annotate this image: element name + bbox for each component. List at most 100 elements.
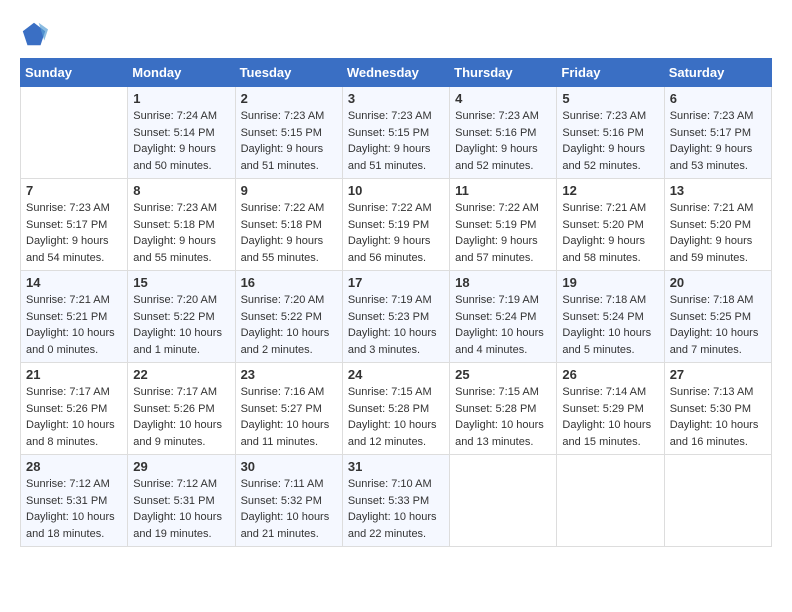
day-number: 14 [26, 275, 122, 290]
day-number: 5 [562, 91, 658, 106]
day-cell [21, 87, 128, 179]
header-thursday: Thursday [450, 59, 557, 87]
day-number: 17 [348, 275, 444, 290]
day-info: Sunrise: 7:17 AMSunset: 5:26 PMDaylight:… [26, 386, 115, 448]
week-row-2: 7 Sunrise: 7:23 AMSunset: 5:17 PMDayligh… [21, 179, 772, 271]
day-number: 31 [348, 459, 444, 474]
day-number: 7 [26, 183, 122, 198]
day-number: 21 [26, 367, 122, 382]
day-cell: 16 Sunrise: 7:20 AMSunset: 5:22 PMDaylig… [235, 271, 342, 363]
day-info: Sunrise: 7:20 AMSunset: 5:22 PMDaylight:… [133, 294, 222, 356]
day-cell: 24 Sunrise: 7:15 AMSunset: 5:28 PMDaylig… [342, 363, 449, 455]
day-cell: 18 Sunrise: 7:19 AMSunset: 5:24 PMDaylig… [450, 271, 557, 363]
day-cell: 26 Sunrise: 7:14 AMSunset: 5:29 PMDaylig… [557, 363, 664, 455]
day-cell: 1 Sunrise: 7:24 AMSunset: 5:14 PMDayligh… [128, 87, 235, 179]
day-number: 12 [562, 183, 658, 198]
day-info: Sunrise: 7:22 AMSunset: 5:19 PMDaylight:… [455, 202, 539, 264]
day-number: 19 [562, 275, 658, 290]
day-number: 10 [348, 183, 444, 198]
calendar-table: SundayMondayTuesdayWednesdayThursdayFrid… [20, 58, 772, 547]
day-cell: 6 Sunrise: 7:23 AMSunset: 5:17 PMDayligh… [664, 87, 771, 179]
day-info: Sunrise: 7:11 AMSunset: 5:32 PMDaylight:… [241, 478, 330, 540]
day-info: Sunrise: 7:19 AMSunset: 5:23 PMDaylight:… [348, 294, 437, 356]
day-number: 13 [670, 183, 766, 198]
day-cell: 15 Sunrise: 7:20 AMSunset: 5:22 PMDaylig… [128, 271, 235, 363]
day-number: 24 [348, 367, 444, 382]
day-info: Sunrise: 7:23 AMSunset: 5:17 PMDaylight:… [670, 110, 754, 172]
day-cell: 22 Sunrise: 7:17 AMSunset: 5:26 PMDaylig… [128, 363, 235, 455]
day-info: Sunrise: 7:23 AMSunset: 5:15 PMDaylight:… [241, 110, 325, 172]
day-cell: 30 Sunrise: 7:11 AMSunset: 5:32 PMDaylig… [235, 455, 342, 547]
day-cell [557, 455, 664, 547]
day-number: 6 [670, 91, 766, 106]
day-cell: 12 Sunrise: 7:21 AMSunset: 5:20 PMDaylig… [557, 179, 664, 271]
header-friday: Friday [557, 59, 664, 87]
header-monday: Monday [128, 59, 235, 87]
day-info: Sunrise: 7:22 AMSunset: 5:18 PMDaylight:… [241, 202, 325, 264]
header-sunday: Sunday [21, 59, 128, 87]
day-info: Sunrise: 7:12 AMSunset: 5:31 PMDaylight:… [26, 478, 115, 540]
day-cell: 2 Sunrise: 7:23 AMSunset: 5:15 PMDayligh… [235, 87, 342, 179]
day-number: 26 [562, 367, 658, 382]
day-number: 8 [133, 183, 229, 198]
day-info: Sunrise: 7:16 AMSunset: 5:27 PMDaylight:… [241, 386, 330, 448]
day-cell: 20 Sunrise: 7:18 AMSunset: 5:25 PMDaylig… [664, 271, 771, 363]
day-info: Sunrise: 7:23 AMSunset: 5:15 PMDaylight:… [348, 110, 432, 172]
day-info: Sunrise: 7:21 AMSunset: 5:20 PMDaylight:… [670, 202, 754, 264]
day-number: 23 [241, 367, 337, 382]
header-saturday: Saturday [664, 59, 771, 87]
day-info: Sunrise: 7:10 AMSunset: 5:33 PMDaylight:… [348, 478, 437, 540]
day-cell: 19 Sunrise: 7:18 AMSunset: 5:24 PMDaylig… [557, 271, 664, 363]
day-cell: 27 Sunrise: 7:13 AMSunset: 5:30 PMDaylig… [664, 363, 771, 455]
day-cell [664, 455, 771, 547]
day-number: 28 [26, 459, 122, 474]
day-number: 27 [670, 367, 766, 382]
logo [20, 20, 52, 48]
week-row-4: 21 Sunrise: 7:17 AMSunset: 5:26 PMDaylig… [21, 363, 772, 455]
week-row-5: 28 Sunrise: 7:12 AMSunset: 5:31 PMDaylig… [21, 455, 772, 547]
day-info: Sunrise: 7:19 AMSunset: 5:24 PMDaylight:… [455, 294, 544, 356]
day-cell: 21 Sunrise: 7:17 AMSunset: 5:26 PMDaylig… [21, 363, 128, 455]
day-cell [450, 455, 557, 547]
day-number: 18 [455, 275, 551, 290]
day-cell: 25 Sunrise: 7:15 AMSunset: 5:28 PMDaylig… [450, 363, 557, 455]
day-number: 25 [455, 367, 551, 382]
logo-icon [20, 20, 48, 48]
day-info: Sunrise: 7:23 AMSunset: 5:18 PMDaylight:… [133, 202, 217, 264]
day-info: Sunrise: 7:13 AMSunset: 5:30 PMDaylight:… [670, 386, 759, 448]
day-cell: 9 Sunrise: 7:22 AMSunset: 5:18 PMDayligh… [235, 179, 342, 271]
header-tuesday: Tuesday [235, 59, 342, 87]
day-number: 22 [133, 367, 229, 382]
day-cell: 31 Sunrise: 7:10 AMSunset: 5:33 PMDaylig… [342, 455, 449, 547]
day-info: Sunrise: 7:21 AMSunset: 5:21 PMDaylight:… [26, 294, 115, 356]
day-cell: 13 Sunrise: 7:21 AMSunset: 5:20 PMDaylig… [664, 179, 771, 271]
day-info: Sunrise: 7:23 AMSunset: 5:16 PMDaylight:… [455, 110, 539, 172]
day-number: 1 [133, 91, 229, 106]
day-number: 16 [241, 275, 337, 290]
day-cell: 3 Sunrise: 7:23 AMSunset: 5:15 PMDayligh… [342, 87, 449, 179]
day-cell: 11 Sunrise: 7:22 AMSunset: 5:19 PMDaylig… [450, 179, 557, 271]
day-info: Sunrise: 7:23 AMSunset: 5:17 PMDaylight:… [26, 202, 110, 264]
day-number: 20 [670, 275, 766, 290]
day-number: 15 [133, 275, 229, 290]
day-cell: 5 Sunrise: 7:23 AMSunset: 5:16 PMDayligh… [557, 87, 664, 179]
day-info: Sunrise: 7:17 AMSunset: 5:26 PMDaylight:… [133, 386, 222, 448]
day-cell: 7 Sunrise: 7:23 AMSunset: 5:17 PMDayligh… [21, 179, 128, 271]
day-info: Sunrise: 7:22 AMSunset: 5:19 PMDaylight:… [348, 202, 432, 264]
day-cell: 28 Sunrise: 7:12 AMSunset: 5:31 PMDaylig… [21, 455, 128, 547]
day-cell: 29 Sunrise: 7:12 AMSunset: 5:31 PMDaylig… [128, 455, 235, 547]
day-info: Sunrise: 7:21 AMSunset: 5:20 PMDaylight:… [562, 202, 646, 264]
day-number: 29 [133, 459, 229, 474]
day-info: Sunrise: 7:24 AMSunset: 5:14 PMDaylight:… [133, 110, 217, 172]
day-info: Sunrise: 7:14 AMSunset: 5:29 PMDaylight:… [562, 386, 651, 448]
day-cell: 14 Sunrise: 7:21 AMSunset: 5:21 PMDaylig… [21, 271, 128, 363]
day-cell: 4 Sunrise: 7:23 AMSunset: 5:16 PMDayligh… [450, 87, 557, 179]
header-wednesday: Wednesday [342, 59, 449, 87]
day-cell: 10 Sunrise: 7:22 AMSunset: 5:19 PMDaylig… [342, 179, 449, 271]
day-info: Sunrise: 7:12 AMSunset: 5:31 PMDaylight:… [133, 478, 222, 540]
day-number: 9 [241, 183, 337, 198]
day-info: Sunrise: 7:23 AMSunset: 5:16 PMDaylight:… [562, 110, 646, 172]
header-row: SundayMondayTuesdayWednesdayThursdayFrid… [21, 59, 772, 87]
day-info: Sunrise: 7:20 AMSunset: 5:22 PMDaylight:… [241, 294, 330, 356]
day-number: 30 [241, 459, 337, 474]
